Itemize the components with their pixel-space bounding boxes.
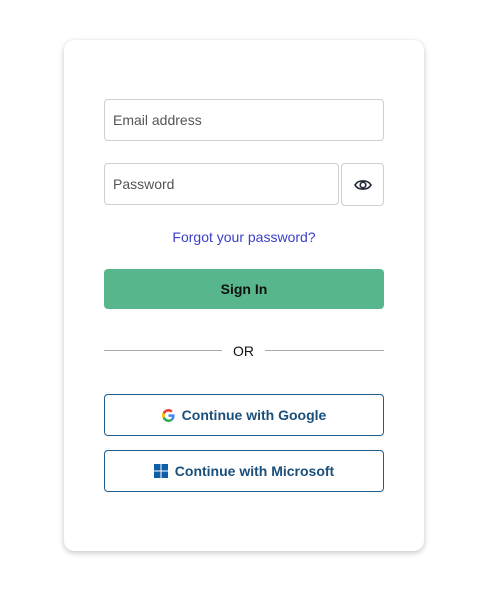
microsoft-logo-icon [153,464,168,478]
eye-icon [353,178,372,192]
continue-with-microsoft-button[interactable]: Continue with Microsoft [104,450,384,492]
divider-line-right [265,350,384,351]
show-password-button[interactable] [341,163,384,206]
sign-in-button[interactable]: Sign In [104,269,384,309]
microsoft-button-label: Continue with Microsoft [174,463,335,479]
forgot-password-link[interactable]: Forgot your password? [104,227,384,247]
email-field-wrapper [104,99,384,141]
divider-label: OR [233,343,254,359]
password-field-wrapper [104,163,339,205]
google-logo-icon [161,408,175,422]
divider-line-left [104,350,222,351]
continue-with-google-button[interactable]: Continue with Google [104,394,384,436]
or-divider: OR [104,340,384,360]
login-card: Forgot your password? Sign In OR Continu… [64,40,424,551]
google-button-label: Continue with Google [181,407,327,423]
password-input[interactable] [105,164,338,204]
email-input[interactable] [105,100,383,140]
